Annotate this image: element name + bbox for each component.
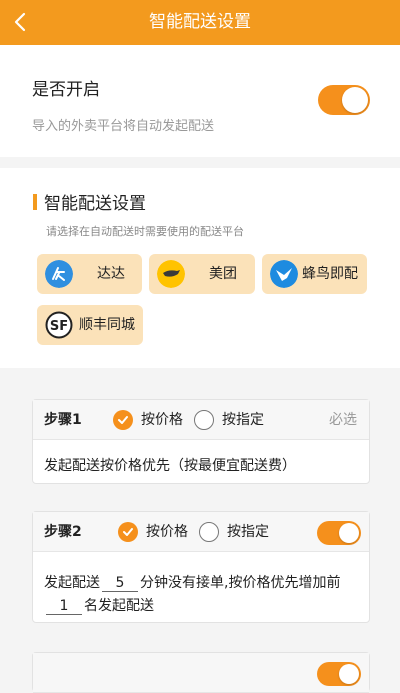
sf-logo-icon: SF [45,311,73,339]
enable-toggle[interactable] [318,85,370,115]
text-fragment: 名发起配送 [84,598,154,614]
option-label-price: 按价格 [146,524,188,540]
radio-by-assign[interactable] [199,522,219,542]
text-fragment: 分钟没有接单,按价格优先增加前 [140,575,341,591]
text-fragment: 发起配送 [44,575,100,591]
platform-section: 智能配送设置 请选择在自动配送时需要使用的配送平台 达达 美团 蜂鸟即配 SF … [0,168,400,368]
meituan-logo-icon [157,260,185,288]
page-title: 智能配送设置 [149,12,251,32]
step-card-1: 步骤1 按价格 按指定 必选 发起配送按价格优先（按最便宜配送费） [32,399,370,484]
platform-name: 顺丰同城 [79,317,135,333]
enable-description: 导入的外卖平台将自动发起配送 [32,119,215,134]
dada-logo-icon [45,260,73,288]
toggle-knob [339,523,359,543]
platform-sf[interactable]: SF 顺丰同城 [37,305,143,345]
step-header [33,653,369,693]
platform-dada[interactable]: 达达 [37,254,142,294]
radio-by-price[interactable] [118,522,138,542]
option-label-assign: 按指定 [227,524,269,540]
step-header: 步骤1 按价格 按指定 必选 [33,400,369,440]
step-title: 步骤2 [44,524,82,540]
step-toggle[interactable] [317,521,361,545]
option-label-price: 按价格 [141,412,183,428]
step-description: 发起配送按价格优先（按最便宜配送费） [44,458,296,474]
option-label-assign: 按指定 [222,412,264,428]
step-card-3 [32,652,370,693]
step-title: 步骤1 [44,412,82,428]
step-header: 步骤2 按价格 按指定 [33,512,369,552]
section-subtitle: 请选择在自动配送时需要使用的配送平台 [46,225,244,238]
enable-label: 是否开启 [32,80,100,100]
check-icon [123,528,133,536]
platform-name: 美团 [209,266,237,282]
top-n-input[interactable]: 1 [46,598,82,615]
step-description-line2: 1 名发起配送 [44,595,154,615]
platform-name: 达达 [97,266,125,282]
fengniao-logo-icon [270,260,298,288]
toggle-knob [342,87,368,113]
top-bar: 智能配送设置 [0,0,400,45]
platform-meituan[interactable]: 美团 [149,254,255,294]
radio-by-price[interactable] [113,410,133,430]
section-accent-bar [33,194,37,210]
platform-name: 蜂鸟即配 [302,266,358,282]
required-label: 必选 [329,412,357,428]
svg-text:SF: SF [50,319,68,334]
step-card-2: 步骤2 按价格 按指定 发起配送 5 分钟没有接单,按价格优先增加前 1 名发起配送 [32,511,370,623]
minutes-input[interactable]: 5 [102,575,138,592]
section-title: 智能配送设置 [44,194,146,214]
platform-fengniao[interactable]: 蜂鸟即配 [262,254,367,294]
enable-section: 是否开启 导入的外卖平台将自动发起配送 [0,45,400,157]
toggle-knob [339,664,359,684]
check-icon [118,416,128,424]
step-description-line1: 发起配送 5 分钟没有接单,按价格优先增加前 [44,572,340,592]
radio-by-assign[interactable] [194,410,214,430]
